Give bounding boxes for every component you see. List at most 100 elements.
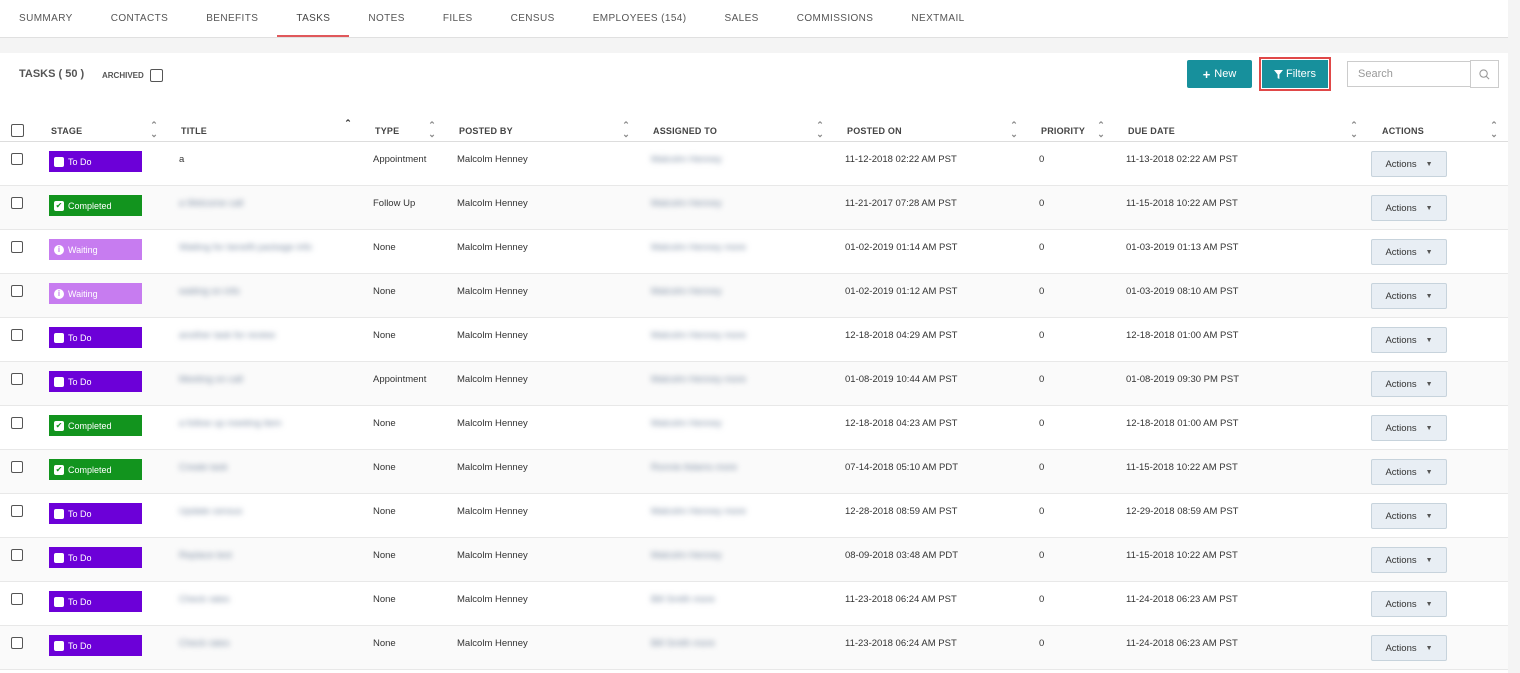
- assigned-to[interactable]: Bill Smith more: [651, 638, 715, 649]
- assigned-to[interactable]: Malcolm Henney: [651, 286, 722, 297]
- row-checkbox[interactable]: [11, 417, 23, 429]
- actions-dropdown-button[interactable]: Actions ▼: [1371, 371, 1447, 397]
- task-title-link[interactable]: Create task: [179, 462, 228, 473]
- task-title-link[interactable]: Check rates: [179, 594, 230, 605]
- sort-icon: ⌃ ⌄: [428, 120, 436, 139]
- column-header-title[interactable]: TITLE ⌃: [168, 115, 362, 142]
- tab-employees-154[interactable]: EMPLOYEES (154): [574, 0, 706, 37]
- tab-commissions[interactable]: COMMISSIONS: [778, 0, 893, 37]
- actions-dropdown-button[interactable]: Actions ▼: [1371, 283, 1447, 309]
- tab-notes[interactable]: NOTES: [349, 0, 423, 37]
- tab-census[interactable]: CENSUS: [492, 0, 574, 37]
- posted-on: 01-02-2019 01:14 AM PST: [845, 242, 958, 253]
- row-checkbox[interactable]: [11, 505, 23, 517]
- archived-checkbox[interactable]: [149, 69, 163, 82]
- tab-nextmail[interactable]: NEXTMAIL: [892, 0, 983, 37]
- stage-badge[interactable]: i Waiting: [49, 239, 142, 260]
- table-row: To Do a Appointment Malcolm Henney Malcolm H…: [0, 141, 1508, 186]
- column-header-stage[interactable]: STAGE ⌃ ⌄: [38, 115, 168, 142]
- actions-dropdown-button[interactable]: Actions ▼: [1371, 547, 1447, 573]
- new-task-button[interactable]: + New: [1187, 60, 1252, 88]
- tab-summary[interactable]: SUMMARY: [0, 0, 92, 37]
- stage-badge[interactable]: To Do: [49, 371, 142, 392]
- stage-badge[interactable]: To Do: [49, 503, 142, 524]
- task-title-link[interactable]: a follow up meeting item: [179, 418, 281, 429]
- assigned-to[interactable]: Bill Smith more: [651, 594, 715, 605]
- table-row: To Do Update census None Malcolm Henney Malc…: [0, 493, 1508, 538]
- search-input[interactable]: [1347, 61, 1471, 87]
- assigned-to[interactable]: Malcolm Henney: [651, 198, 722, 209]
- column-header-posted-on[interactable]: POSTED ON ⌃ ⌄: [834, 115, 1028, 142]
- due-date: 11-15-2018 10:22 AM PST: [1126, 198, 1238, 209]
- task-title-link[interactable]: a: [179, 154, 184, 165]
- row-checkbox[interactable]: [11, 461, 23, 473]
- actions-dropdown-button[interactable]: Actions ▼: [1371, 503, 1447, 529]
- task-title-link[interactable]: Check rates: [179, 638, 230, 649]
- stage-badge[interactable]: To Do: [49, 547, 142, 568]
- task-title-link[interactable]: another task for review: [179, 330, 275, 341]
- column-header-priority[interactable]: PRIORITY ⌃ ⌄: [1028, 115, 1115, 142]
- row-checkbox[interactable]: [11, 285, 23, 297]
- caret-down-icon: ▼: [1425, 248, 1433, 256]
- actions-dropdown-button[interactable]: Actions ▼: [1371, 151, 1447, 177]
- actions-dropdown-button[interactable]: Actions ▼: [1371, 327, 1447, 353]
- caret-down-icon: ▼: [1425, 204, 1433, 212]
- task-title-link[interactable]: Waiting for benefit package info: [179, 242, 312, 253]
- stage-badge[interactable]: ✔ Completed: [49, 459, 142, 480]
- tab-benefits[interactable]: BENEFITS: [187, 0, 277, 37]
- table-header-row: STAGE ⌃ ⌄ TITLE ⌃ TYPE ⌃ ⌄ POSTED BY ⌃ ⌄ ASSIGN…: [0, 115, 1508, 142]
- row-checkbox[interactable]: [11, 153, 23, 165]
- task-title-link[interactable]: Meeting on call: [179, 374, 243, 385]
- row-checkbox[interactable]: [11, 197, 23, 209]
- row-checkbox[interactable]: [11, 593, 23, 605]
- row-checkbox[interactable]: [11, 241, 23, 253]
- column-header-due-date[interactable]: DUE DATE ⌃ ⌄: [1115, 115, 1368, 142]
- table-row: To Do Replace test None Malcolm Henney Malco…: [0, 537, 1508, 582]
- column-header-assigned-to[interactable]: ASSIGNED TO ⌃ ⌄: [640, 115, 834, 142]
- assigned-to[interactable]: Malcolm Henney: [651, 154, 722, 165]
- task-type: None: [373, 242, 396, 253]
- assigned-to[interactable]: Malcolm Henney more: [651, 374, 746, 385]
- tab-sales[interactable]: SALES: [706, 0, 778, 37]
- stage-badge[interactable]: To Do: [49, 151, 142, 172]
- row-checkbox[interactable]: [11, 637, 23, 649]
- task-title-link[interactable]: a Welcome call: [179, 198, 243, 209]
- stage-badge[interactable]: To Do: [49, 591, 142, 612]
- assigned-to[interactable]: Malcolm Henney: [651, 550, 722, 561]
- assigned-to[interactable]: Malcolm Henney: [651, 418, 722, 429]
- checkbox-icon: [54, 332, 64, 343]
- column-header-type[interactable]: TYPE ⌃ ⌄: [362, 115, 446, 142]
- assigned-to[interactable]: Malcolm Henney more: [651, 506, 746, 517]
- task-title-link[interactable]: Update census: [179, 506, 242, 517]
- stage-badge[interactable]: To Do: [49, 327, 142, 348]
- column-header-posted-by[interactable]: POSTED BY ⌃ ⌄: [446, 115, 640, 142]
- actions-label: Actions: [1385, 466, 1417, 478]
- search-button[interactable]: [1470, 60, 1499, 88]
- priority: 0: [1039, 154, 1045, 165]
- stage-badge[interactable]: ✔ Completed: [49, 195, 142, 216]
- row-checkbox[interactable]: [11, 329, 23, 341]
- tab-tasks[interactable]: TASKS: [277, 0, 350, 37]
- select-all-checkbox[interactable]: [11, 123, 24, 137]
- assigned-to[interactable]: Malcolm Henney more: [651, 242, 746, 253]
- column-header-actions[interactable]: ACTIONS ⌃ ⌄: [1368, 115, 1508, 142]
- tab-files[interactable]: FILES: [424, 0, 492, 37]
- tab-contacts[interactable]: CONTACTS: [92, 0, 187, 37]
- task-title-link[interactable]: waiting on info: [179, 286, 240, 297]
- stage-badge[interactable]: ✔ Completed: [49, 415, 142, 436]
- stage-badge[interactable]: i Waiting: [49, 283, 142, 304]
- actions-dropdown-button[interactable]: Actions ▼: [1371, 459, 1447, 485]
- actions-dropdown-button[interactable]: Actions ▼: [1371, 195, 1447, 221]
- task-title-link[interactable]: Replace test: [179, 550, 232, 561]
- assigned-to[interactable]: Malcolm Henney more: [651, 330, 746, 341]
- filters-button[interactable]: Filters: [1262, 60, 1328, 88]
- actions-dropdown-button[interactable]: Actions ▼: [1371, 591, 1447, 617]
- actions-dropdown-button[interactable]: Actions ▼: [1371, 635, 1447, 661]
- assigned-to[interactable]: Ronnie Adams more: [651, 462, 737, 473]
- actions-dropdown-button[interactable]: Actions ▼: [1371, 239, 1447, 265]
- actions-dropdown-button[interactable]: Actions ▼: [1371, 415, 1447, 441]
- stage-badge[interactable]: To Do: [49, 635, 142, 656]
- row-checkbox[interactable]: [11, 373, 23, 385]
- due-date: 11-15-2018 10:22 AM PST: [1126, 462, 1238, 473]
- row-checkbox[interactable]: [11, 549, 23, 561]
